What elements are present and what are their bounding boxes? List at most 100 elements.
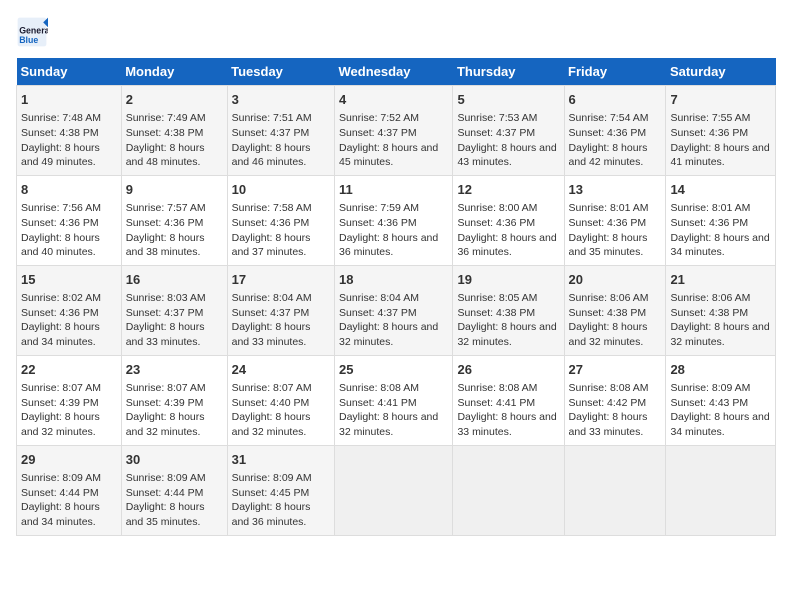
day-number: 12: [457, 181, 559, 199]
daylight: Daylight: 8 hours and 46 minutes.: [232, 142, 311, 169]
calendar-cell: 12Sunrise: 8:00 AMSunset: 4:36 PMDayligh…: [453, 175, 564, 265]
sunset: Sunset: 4:40 PM: [232, 397, 310, 409]
daylight: Daylight: 8 hours and 32 minutes.: [457, 321, 556, 348]
sunrise: Sunrise: 8:09 AM: [126, 472, 206, 484]
sunrise: Sunrise: 8:03 AM: [126, 292, 206, 304]
sunrise: Sunrise: 8:08 AM: [569, 382, 649, 394]
day-number: 5: [457, 91, 559, 109]
daylight: Daylight: 8 hours and 34 minutes.: [21, 321, 100, 348]
sunset: Sunset: 4:37 PM: [339, 127, 417, 139]
sunset: Sunset: 4:36 PM: [569, 217, 647, 229]
calendar-cell: 21Sunrise: 8:06 AMSunset: 4:38 PMDayligh…: [666, 265, 776, 355]
header-tuesday: Tuesday: [227, 58, 334, 86]
day-number: 3: [232, 91, 330, 109]
calendar-cell: 17Sunrise: 8:04 AMSunset: 4:37 PMDayligh…: [227, 265, 334, 355]
header-wednesday: Wednesday: [334, 58, 452, 86]
day-number: 6: [569, 91, 662, 109]
sunrise: Sunrise: 7:48 AM: [21, 112, 101, 124]
sunrise: Sunrise: 7:55 AM: [670, 112, 750, 124]
day-number: 14: [670, 181, 771, 199]
sunrise: Sunrise: 7:57 AM: [126, 202, 206, 214]
page-header: General Blue: [16, 16, 776, 48]
daylight: Daylight: 8 hours and 40 minutes.: [21, 232, 100, 259]
sunrise: Sunrise: 7:52 AM: [339, 112, 419, 124]
header-saturday: Saturday: [666, 58, 776, 86]
sunrise: Sunrise: 7:56 AM: [21, 202, 101, 214]
sunrise: Sunrise: 8:09 AM: [232, 472, 312, 484]
sunrise: Sunrise: 8:02 AM: [21, 292, 101, 304]
sunrise: Sunrise: 8:04 AM: [339, 292, 419, 304]
day-number: 24: [232, 361, 330, 379]
calendar-cell: 14Sunrise: 8:01 AMSunset: 4:36 PMDayligh…: [666, 175, 776, 265]
day-number: 2: [126, 91, 223, 109]
day-number: 22: [21, 361, 117, 379]
day-number: 18: [339, 271, 448, 289]
sunset: Sunset: 4:45 PM: [232, 487, 310, 499]
day-number: 29: [21, 451, 117, 469]
sunset: Sunset: 4:38 PM: [457, 307, 535, 319]
calendar-cell: 24 Sunrise: 8:07 AM Sunset: 4:40 PM Dayligh…: [227, 355, 334, 445]
daylight: Daylight: 8 hours and 32 minutes.: [232, 411, 311, 438]
daylight: Daylight: 8 hours and 32 minutes.: [339, 321, 438, 348]
daylight: Daylight: 8 hours and 43 minutes.: [457, 142, 556, 169]
sunrise: Sunrise: 8:04 AM: [232, 292, 312, 304]
sunrise: Sunrise: 8:08 AM: [339, 382, 419, 394]
sunrise: Sunrise: 8:01 AM: [670, 202, 750, 214]
day-number: 11: [339, 181, 448, 199]
sunrise: Sunrise: 8:07 AM: [126, 382, 206, 394]
sunrise: Sunrise: 7:51 AM: [232, 112, 312, 124]
sunset: Sunset: 4:38 PM: [126, 127, 204, 139]
sunrise: Sunrise: 8:07 AM: [232, 382, 312, 394]
sunset: Sunset: 4:39 PM: [126, 397, 204, 409]
sunrise: Sunrise: 7:49 AM: [126, 112, 206, 124]
daylight: Daylight: 8 hours and 45 minutes.: [339, 142, 438, 169]
header-friday: Friday: [564, 58, 666, 86]
calendar-cell: 16Sunrise: 8:03 AMSunset: 4:37 PMDayligh…: [121, 265, 227, 355]
sunset: Sunset: 4:37 PM: [232, 127, 310, 139]
daylight: Daylight: 8 hours and 33 minutes.: [569, 411, 648, 438]
sunset: Sunset: 4:37 PM: [232, 307, 310, 319]
daylight: Daylight: 8 hours and 37 minutes.: [232, 232, 311, 259]
day-number: 20: [569, 271, 662, 289]
sunset: Sunset: 4:43 PM: [670, 397, 748, 409]
daylight: Daylight: 8 hours and 35 minutes.: [569, 232, 648, 259]
sunrise: Sunrise: 7:53 AM: [457, 112, 537, 124]
calendar-cell: 27 Sunrise: 8:08 AM Sunset: 4:42 PM Dayligh…: [564, 355, 666, 445]
sunset: Sunset: 4:37 PM: [339, 307, 417, 319]
calendar-cell: 4 Sunrise: 7:52 AM Sunset: 4:37 PM Daylight…: [334, 86, 452, 176]
calendar-cell: 20Sunrise: 8:06 AMSunset: 4:38 PMDayligh…: [564, 265, 666, 355]
day-number: 27: [569, 361, 662, 379]
daylight: Daylight: 8 hours and 34 minutes.: [21, 501, 100, 528]
sunrise: Sunrise: 7:58 AM: [232, 202, 312, 214]
calendar-cell: 3 Sunrise: 7:51 AM Sunset: 4:37 PM Daylight…: [227, 86, 334, 176]
day-number: 9: [126, 181, 223, 199]
sunset: Sunset: 4:42 PM: [569, 397, 647, 409]
daylight: Daylight: 8 hours and 32 minutes.: [569, 321, 648, 348]
daylight: Daylight: 8 hours and 32 minutes.: [126, 411, 205, 438]
calendar-cell: [453, 445, 564, 535]
sunrise: Sunrise: 8:00 AM: [457, 202, 537, 214]
svg-text:General: General: [19, 26, 48, 36]
sunset: Sunset: 4:36 PM: [232, 217, 310, 229]
sunrise: Sunrise: 7:59 AM: [339, 202, 419, 214]
calendar-week-3: 15Sunrise: 8:02 AMSunset: 4:36 PMDayligh…: [17, 265, 776, 355]
day-number: 26: [457, 361, 559, 379]
sunset: Sunset: 4:38 PM: [670, 307, 748, 319]
calendar-cell: 8Sunrise: 7:56 AMSunset: 4:36 PMDaylight…: [17, 175, 122, 265]
sunset: Sunset: 4:44 PM: [21, 487, 99, 499]
day-number: 4: [339, 91, 448, 109]
calendar-week-1: 1Sunrise: 7:48 AMSunset: 4:38 PMDaylight…: [17, 86, 776, 176]
sunset: Sunset: 4:36 PM: [339, 217, 417, 229]
calendar-table: SundayMondayTuesdayWednesdayThursdayFrid…: [16, 58, 776, 536]
sunset: Sunset: 4:36 PM: [126, 217, 204, 229]
sunset: Sunset: 4:41 PM: [339, 397, 417, 409]
daylight: Daylight: 8 hours and 33 minutes.: [126, 321, 205, 348]
svg-text:Blue: Blue: [19, 35, 38, 45]
calendar-cell: 29Sunrise: 8:09 AMSunset: 4:44 PMDayligh…: [17, 445, 122, 535]
sunrise: Sunrise: 8:06 AM: [670, 292, 750, 304]
calendar-cell: 18 Sunrise: 8:04 AM Sunset: 4:37 PM Dayligh…: [334, 265, 452, 355]
calendar-cell: 13Sunrise: 8:01 AMSunset: 4:36 PMDayligh…: [564, 175, 666, 265]
calendar-header-row: SundayMondayTuesdayWednesdayThursdayFrid…: [17, 58, 776, 86]
sunset: Sunset: 4:36 PM: [457, 217, 535, 229]
sunset: Sunset: 4:36 PM: [569, 127, 647, 139]
